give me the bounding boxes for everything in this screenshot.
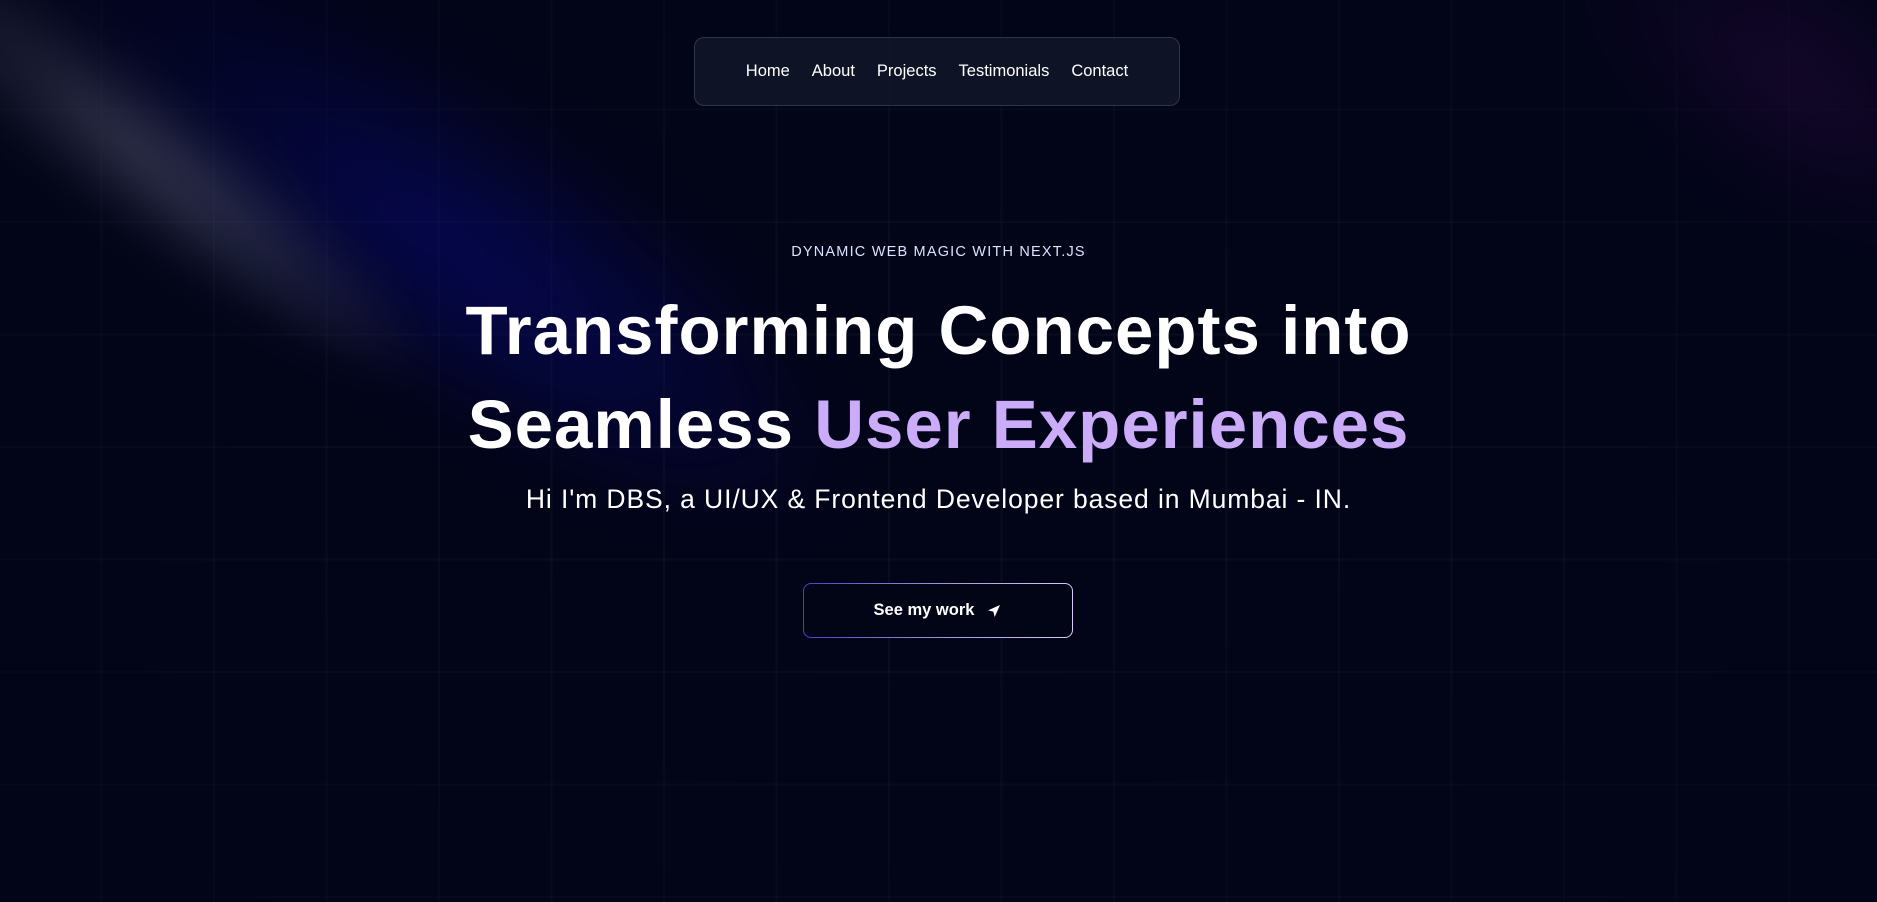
see-my-work-button[interactable]: See my work [803,583,1073,638]
headline-line-2-plain: Seamless [467,386,795,463]
headline-line-1: Transforming Concepts into [465,292,1412,369]
hero-subtitle: Hi I'm DBS, a UI/UX & Frontend Developer… [525,484,1352,514]
send-arrow-icon [986,603,1002,619]
hero-section: DYNAMIC WEB MAGIC WITH NEXT.JS Transform… [0,0,1877,902]
headline-line-2-accent: User Experiences [814,386,1410,463]
hero-headline: Transforming Concepts into Seamless User… [0,284,1877,472]
portfolio-hero-page: Home About Projects Testimonials Contact… [0,0,1877,902]
see-my-work-button-inner[interactable]: See my work [804,584,1072,637]
see-my-work-label: See my work [873,601,975,619]
hero-kicker: DYNAMIC WEB MAGIC WITH NEXT.JS [791,244,1086,260]
